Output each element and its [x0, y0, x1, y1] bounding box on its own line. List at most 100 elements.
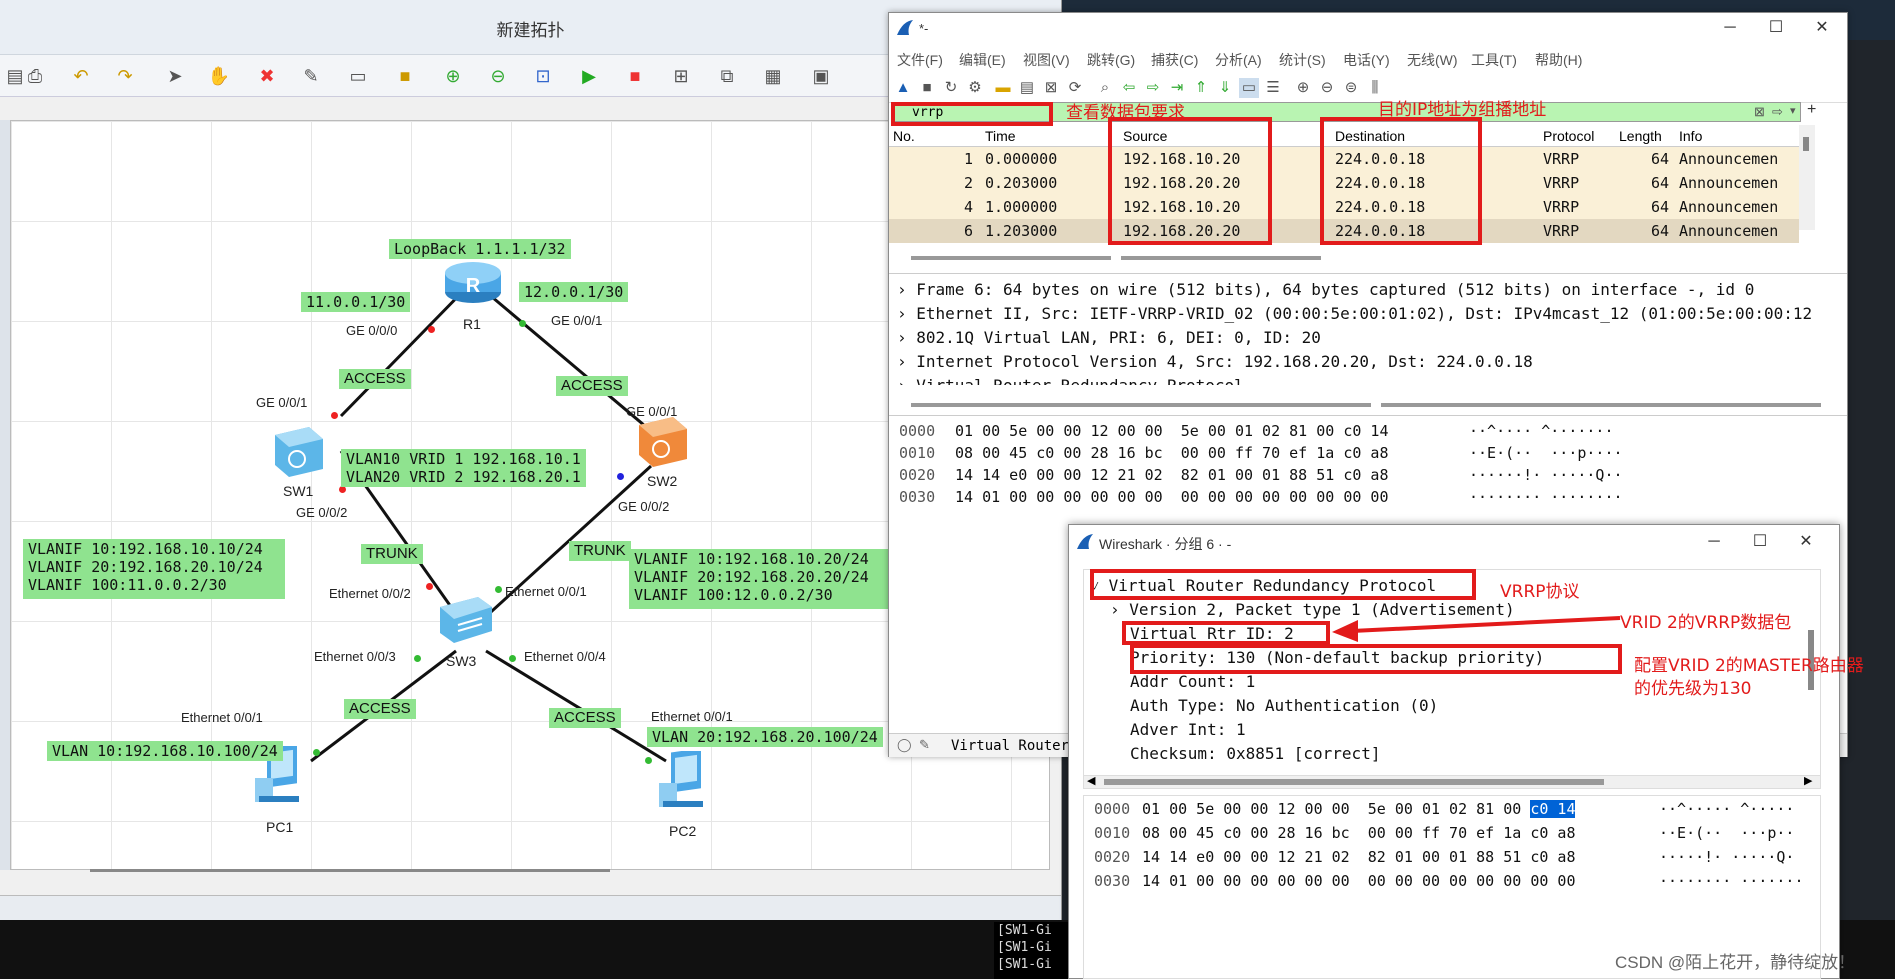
filter-dropdown-icon[interactable]: ▾ [1790, 104, 1796, 117]
delete-icon[interactable]: ✖ [254, 64, 280, 88]
stop-capture-icon[interactable]: ■ [917, 78, 937, 98]
minimize-button[interactable]: ─ [1691, 531, 1737, 553]
expand-icon[interactable]: › [897, 352, 916, 371]
access-label[interactable]: ACCESS [556, 376, 628, 396]
detail-vrrp[interactable]: › Virtual Router Redundancy Protocol [897, 376, 1244, 385]
menu-view[interactable]: 视图(V) [1023, 50, 1070, 70]
byte-hex-highlight[interactable]: c0 14 [1530, 800, 1576, 818]
canvas-scrollbar[interactable] [90, 869, 610, 872]
detail-ipv4[interactable]: › Internet Protocol Version 4, Src: 192.… [897, 352, 1533, 371]
close-button[interactable]: ✕ [1799, 17, 1845, 39]
vrid-label[interactable]: VLAN10 VRID 1 192.168.10.1 VLAN20 VRID 2… [341, 449, 586, 487]
autoscroll-icon[interactable]: ▭ [1239, 78, 1259, 98]
col-no[interactable]: No. [893, 128, 915, 144]
grid-icon[interactable]: ▦ [760, 64, 786, 88]
menu-analyze[interactable]: 分析(A) [1215, 50, 1262, 70]
colorize-icon[interactable]: ☰ [1263, 78, 1283, 98]
horizontal-scrollbar[interactable] [911, 403, 1371, 407]
goto-packet-icon[interactable]: ⇥ [1167, 78, 1187, 98]
clear-filter-icon[interactable]: ⊠ [1754, 104, 1765, 120]
byte-hex[interactable]: 14 14 e0 00 00 12 21 02 82 01 00 01 88 5… [955, 466, 1388, 484]
capture-icon[interactable]: ⊞ [668, 64, 694, 88]
col-info[interactable]: Info [1679, 128, 1702, 144]
byte-hex[interactable]: 14 01 00 00 00 00 00 00 00 00 00 00 00 0… [1142, 872, 1575, 890]
col-length[interactable]: Length [1619, 128, 1662, 144]
text-note-icon[interactable]: ▭ [345, 64, 371, 88]
stop-device-icon[interactable]: ■ [622, 64, 648, 88]
restart-capture-icon[interactable]: ↻ [941, 78, 961, 98]
close-button[interactable]: ✕ [1783, 531, 1829, 553]
byte-ascii[interactable]: ··^···· ^······· [1469, 422, 1614, 440]
access-label[interactable]: ACCESS [339, 369, 411, 389]
expand-icon[interactable]: › [1110, 600, 1129, 619]
pc1-vlan-label[interactable]: VLAN 10:192.168.10.100/24 [47, 741, 283, 761]
capture-options-icon[interactable]: ⚙ [965, 78, 985, 98]
r1-right-ip-label[interactable]: 12.0.0.1/30 [519, 282, 629, 302]
switch-sw2[interactable] [633, 411, 691, 469]
maximize-button[interactable]: ☐ [1753, 17, 1799, 39]
first-packet-icon[interactable]: ⇑ [1191, 78, 1211, 98]
scroll-thumb[interactable] [1803, 137, 1809, 151]
pc2-vlan-label[interactable]: VLAN 20:192.168.20.100/24 [647, 727, 883, 747]
router-r1[interactable]: R [443, 256, 503, 306]
scroll-thumb[interactable] [1104, 779, 1604, 785]
trunk-label[interactable]: TRUNK [569, 541, 631, 561]
packet-list-scrollbar[interactable] [1799, 125, 1815, 230]
open-file-icon[interactable]: ▬ [993, 78, 1013, 98]
sw2-vlanif-label[interactable]: VLANIF 10:192.168.10.20/24 VLANIF 20:192… [629, 549, 899, 609]
col-protocol[interactable]: Protocol [1543, 128, 1594, 144]
delete-link-icon[interactable]: ✎ [298, 64, 324, 88]
horizontal-scrollbar[interactable] [1121, 256, 1321, 260]
byte-ascii[interactable]: ··E·(·· ···p···· [1469, 444, 1623, 462]
print-icon[interactable]: ⎙ [22, 64, 48, 88]
maximize-button[interactable]: ☐ [1737, 531, 1783, 553]
menu-capture[interactable]: 捕获(C) [1151, 50, 1198, 70]
menu-file[interactable]: 文件(F) [897, 50, 943, 70]
sw1-vlanif-label[interactable]: VLANIF 10:192.168.10.10/24 VLANIF 20:192… [23, 539, 285, 599]
expand-icon[interactable]: › [897, 280, 916, 299]
last-packet-icon[interactable]: ⇓ [1215, 78, 1235, 98]
select-pointer-icon[interactable]: ➤ [162, 64, 188, 88]
start-device-icon[interactable]: ▶ [576, 64, 602, 88]
terminal-icon[interactable]: ▣ [808, 64, 834, 88]
forward-icon[interactable]: ⇨ [1143, 78, 1163, 98]
zoom-in-icon[interactable]: ⊕ [440, 64, 466, 88]
scroll-left-icon[interactable]: ◀ [1087, 774, 1095, 787]
loopback-label[interactable]: LoopBack 1.1.1.1/32 [389, 239, 571, 259]
tree-item-checksum[interactable]: Checksum: 0x8851 [correct] [1130, 744, 1380, 763]
zoom-out-icon[interactable]: ⊖ [1317, 78, 1337, 98]
scroll-right-icon[interactable]: ▶ [1804, 774, 1812, 787]
tree-item-auth-type[interactable]: Auth Type: No Authentication (0) [1130, 696, 1438, 715]
undo-icon[interactable]: ↶ [68, 64, 94, 88]
detail-vlan[interactable]: › 802.1Q Virtual LAN, PRI: 6, DEI: 0, ID… [897, 328, 1321, 347]
find-icon[interactable]: ⌕ [1095, 78, 1115, 98]
zoom-in-icon[interactable]: ⊕ [1293, 78, 1313, 98]
switch-sw1[interactable] [269, 421, 327, 479]
status-indicator-icon[interactable]: ◯ [897, 737, 912, 753]
col-time[interactable]: Time [985, 128, 1016, 144]
menu-edit[interactable]: 编辑(E) [959, 50, 1006, 70]
byte-hex[interactable]: 01 00 5e 00 00 12 00 00 5e 00 01 02 81 0… [955, 422, 1388, 440]
start-capture-icon[interactable]: ▲ [893, 78, 913, 98]
byte-hex[interactable]: 08 00 45 c0 00 28 16 bc 00 00 ff 70 ef 1… [1142, 824, 1575, 842]
pc-pc2[interactable] [653, 748, 713, 811]
edit-note-icon[interactable]: ✎ [919, 737, 930, 753]
close-file-icon[interactable]: ⊠ [1041, 78, 1061, 98]
byte-hex[interactable]: 14 01 00 00 00 00 00 00 00 00 00 00 00 0… [955, 488, 1388, 506]
byte-hex[interactable]: 08 00 45 c0 00 28 16 bc 00 00 ff 70 ef 1… [955, 444, 1388, 462]
byte-ascii[interactable]: ······!· ·····Q·· [1469, 466, 1623, 484]
menu-wireless[interactable]: 无线(W) [1407, 50, 1458, 70]
topology-icon[interactable]: ⧉ [714, 64, 740, 88]
palette-icon[interactable]: ■ [392, 64, 418, 88]
menu-tools[interactable]: 工具(T) [1471, 50, 1517, 70]
byte-ascii[interactable]: ··^····· ^····· [1659, 800, 1794, 818]
expand-icon[interactable]: › [897, 376, 916, 385]
device-console[interactable]: [SW1-Gi [SW1-Gi [SW1-Gi [994, 922, 1068, 979]
byte-ascii[interactable]: ··E·(·· ···p·· [1659, 824, 1794, 842]
fit-view-icon[interactable]: ⊡ [530, 64, 556, 88]
back-icon[interactable]: ⇦ [1119, 78, 1139, 98]
apply-filter-icon[interactable]: ⇨ [1772, 104, 1783, 120]
zoom-out-icon[interactable]: ⊖ [485, 64, 511, 88]
r1-left-ip-label[interactable]: 11.0.0.1/30 [301, 292, 411, 312]
zoom-reset-icon[interactable]: ⊜ [1341, 78, 1361, 98]
